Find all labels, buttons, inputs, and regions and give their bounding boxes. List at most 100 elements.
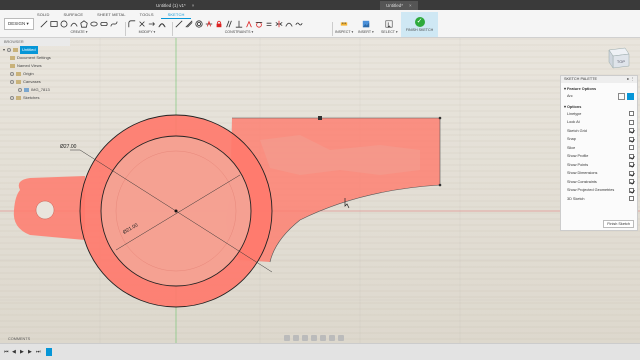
palette-option-checkbox[interactable] — [629, 136, 634, 142]
palette-option-row[interactable]: Show Dimensions — [561, 169, 637, 178]
eye-icon[interactable] — [18, 88, 22, 92]
zoom-icon[interactable] — [302, 334, 308, 341]
circle-icon[interactable] — [60, 20, 68, 28]
design-workspace-button[interactable]: DESIGN ▾ — [4, 18, 34, 30]
palette-menu-icon[interactable]: ▸ ⋮ — [627, 76, 634, 83]
inspect-label[interactable]: INSPECT ▾ — [335, 30, 353, 34]
browser-item-canvases[interactable]: Canvases — [0, 78, 70, 86]
rectangle-icon[interactable] — [50, 20, 58, 28]
palette-option-row[interactable]: Show Constraints — [561, 178, 637, 187]
palette-option-checkbox[interactable] — [629, 128, 634, 134]
horizontal-vertical-icon[interactable] — [245, 20, 253, 28]
trim-icon[interactable] — [138, 20, 146, 28]
offset-icon[interactable] — [158, 20, 166, 28]
palette-option-button[interactable] — [629, 111, 634, 117]
arc-icon[interactable] — [70, 20, 78, 28]
finish-sketch-palette-button[interactable]: Finish Sketch — [603, 220, 634, 228]
palette-option-row[interactable]: Show Points — [561, 161, 637, 170]
palette-option-row[interactable]: Look At — [561, 118, 637, 127]
feature-options-heading[interactable]: ▾ Feature Options — [561, 85, 637, 92]
browser-header[interactable]: BROWSER — [0, 38, 70, 46]
palette-option-checkbox[interactable] — [629, 145, 634, 151]
constraints-label[interactable]: CONSTRAINTS ▾ — [225, 30, 254, 34]
fit-icon[interactable] — [311, 334, 317, 341]
select-cursor-icon[interactable] — [385, 20, 393, 28]
document-tab-1[interactable]: Untitled (1) v1* × — [150, 1, 200, 10]
parallel-icon[interactable] — [225, 20, 233, 28]
line-icon[interactable] — [40, 20, 48, 28]
tab-sketch[interactable]: SKETCH — [160, 11, 192, 19]
palette-option-button[interactable] — [629, 119, 634, 125]
palette-option-checkbox[interactable] — [629, 162, 634, 168]
arc-center-icon[interactable] — [618, 92, 625, 100]
midpoint-icon[interactable] — [205, 20, 213, 28]
options-heading[interactable]: ▾ Options — [561, 103, 637, 110]
browser-item-document-settings[interactable]: Document Settings — [0, 54, 70, 62]
eye-icon[interactable] — [7, 48, 12, 52]
palette-option-checkbox[interactable] — [629, 179, 634, 185]
eye-icon[interactable] — [10, 72, 14, 76]
eye-icon[interactable] — [10, 96, 14, 100]
palette-option-row[interactable]: Show Projected Geometries — [561, 186, 637, 195]
browser-item-origin[interactable]: Origin — [0, 70, 70, 78]
sketch-geometry[interactable]: Ø27.00 Ø21.00 — [0, 38, 640, 343]
tangent-icon[interactable] — [255, 20, 263, 28]
close-icon[interactable]: × — [192, 3, 195, 8]
measure-icon[interactable] — [340, 20, 348, 28]
finish-sketch-button[interactable]: ✓ FINISH SKETCH — [401, 12, 438, 37]
fillet-icon[interactable] — [128, 20, 136, 28]
concentric-icon[interactable] — [195, 20, 203, 28]
palette-option-row[interactable]: Slice — [561, 144, 637, 153]
tab-surface[interactable]: SURFACE — [57, 11, 91, 19]
palette-option-checkbox[interactable] — [629, 153, 634, 159]
palette-option-row[interactable]: Snap — [561, 135, 637, 144]
timeline-feature-sketch[interactable] — [46, 348, 52, 356]
close-icon[interactable]: × — [409, 3, 412, 8]
document-tab-2[interactable]: Untitled* × — [380, 1, 418, 10]
collinear-icon[interactable] — [185, 20, 193, 28]
spline-icon[interactable] — [110, 20, 118, 28]
browser-item-image[interactable]: IMG_7813 — [0, 86, 70, 94]
sketch-canvas[interactable]: Ø27.00 Ø21.00 — [0, 38, 640, 343]
last-frame-icon[interactable]: ⏭ — [36, 349, 41, 355]
perpendicular-icon[interactable] — [235, 20, 243, 28]
tab-tools[interactable]: TOOLS — [133, 11, 161, 19]
smooth-icon[interactable] — [295, 20, 303, 28]
browser-item-sketches[interactable]: Sketches — [0, 94, 70, 102]
grid-settings-icon[interactable] — [329, 334, 335, 341]
tab-sheet-metal[interactable]: SHEET METAL — [90, 11, 133, 19]
create-label[interactable]: CREATE ▾ — [70, 30, 87, 34]
viewports-icon[interactable] — [338, 334, 344, 341]
first-frame-icon[interactable]: ⏮ — [4, 349, 9, 355]
eye-icon[interactable] — [10, 80, 14, 84]
insert-image-icon[interactable] — [362, 20, 370, 28]
expand-arrow-icon[interactable]: ▾ — [3, 46, 5, 54]
symmetry-icon[interactable] — [275, 20, 283, 28]
browser-item-named-views[interactable]: Named Views — [0, 62, 70, 70]
palette-option-checkbox[interactable] — [629, 187, 634, 193]
select-label[interactable]: SELECT ▾ — [381, 30, 398, 34]
palette-option-row[interactable]: Sketch Grid — [561, 127, 637, 136]
pan-icon[interactable] — [293, 334, 299, 341]
browser-root[interactable]: ▾ Untitled — [0, 46, 70, 54]
sketch-palette-header[interactable]: SKETCH PALETTE ▸ ⋮ — [561, 76, 637, 83]
arc-three-point-icon[interactable] — [627, 92, 634, 100]
display-settings-icon[interactable] — [320, 334, 326, 341]
previous-icon[interactable]: ◀ — [12, 349, 17, 355]
coincident-icon[interactable] — [175, 20, 183, 28]
curvature-icon[interactable] — [285, 20, 293, 28]
polygon-icon[interactable] — [80, 20, 88, 28]
palette-option-checkbox[interactable] — [629, 196, 634, 202]
equal-icon[interactable] — [265, 20, 273, 28]
next-icon[interactable]: ▶ — [28, 349, 33, 355]
modify-label[interactable]: MODIFY ▾ — [139, 30, 156, 34]
palette-option-row[interactable]: Show Profile — [561, 152, 637, 161]
view-cube[interactable]: TOP — [603, 42, 633, 72]
orbit-icon[interactable] — [284, 334, 290, 341]
play-icon[interactable]: ▶ — [20, 349, 25, 355]
fix-lock-icon[interactable] — [215, 20, 223, 28]
slot-icon[interactable] — [100, 20, 108, 28]
ellipse-icon[interactable] — [90, 20, 98, 28]
extend-icon[interactable] — [148, 20, 156, 28]
insert-label[interactable]: INSERT ▾ — [358, 30, 374, 34]
